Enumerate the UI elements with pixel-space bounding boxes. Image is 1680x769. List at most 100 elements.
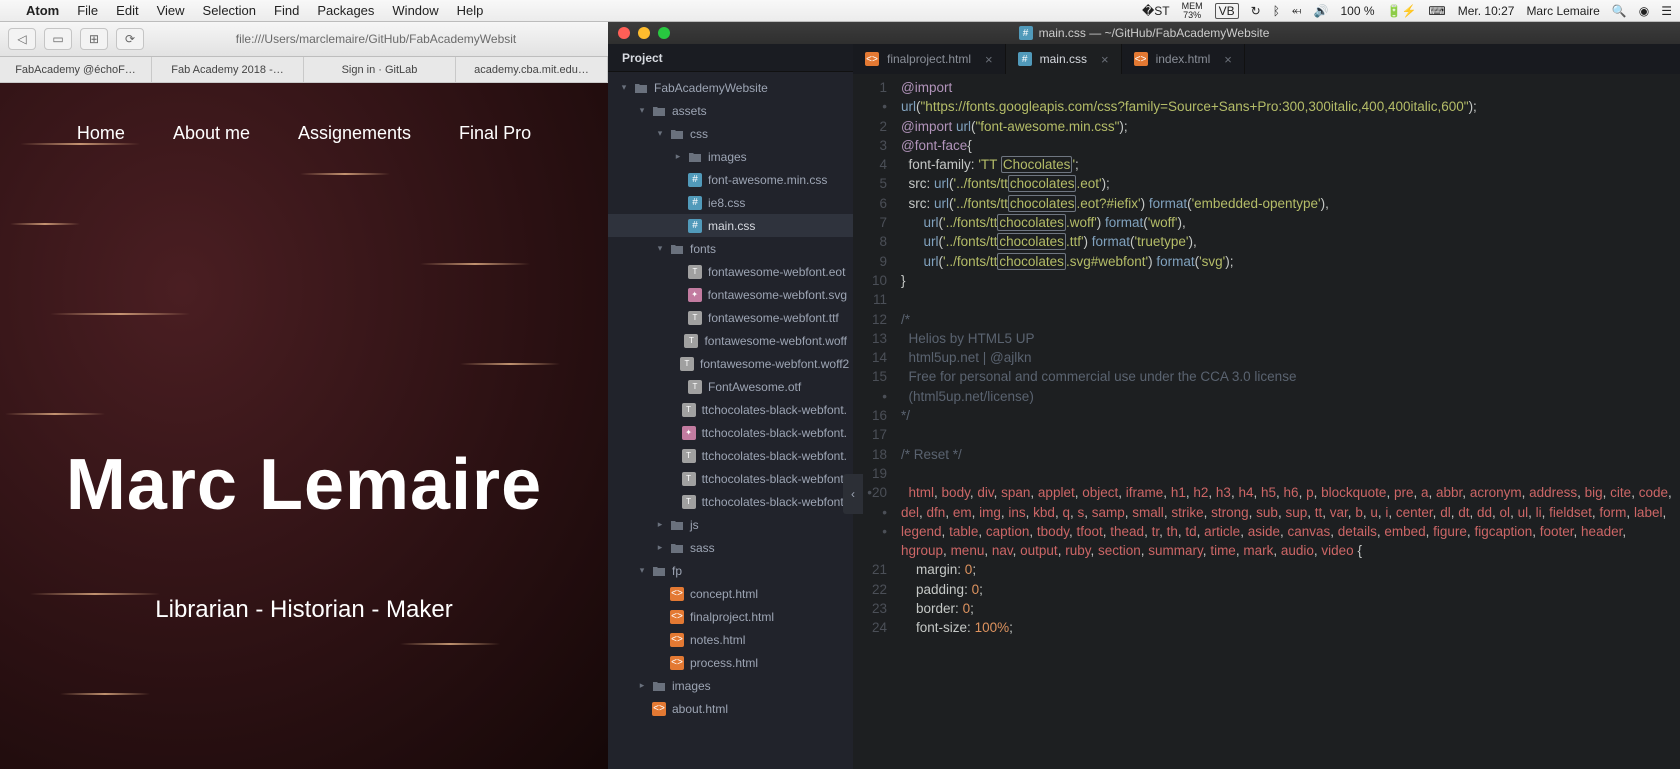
timemachine-icon[interactable]: ↻	[1251, 4, 1261, 18]
tree-file[interactable]: Tfontawesome-webfont.eot	[608, 260, 853, 283]
project-tree[interactable]: ▾FabAcademyWebsite▾assets▾css▸images#fon…	[608, 72, 853, 769]
font-icon: T	[688, 311, 702, 325]
tree-file[interactable]: <>concept.html	[608, 582, 853, 605]
app-name[interactable]: Atom	[26, 3, 59, 18]
tree-file[interactable]: <>finalproject.html	[608, 605, 853, 628]
tree-folder[interactable]: ▾fonts	[608, 237, 853, 260]
volume-icon[interactable]: 🔊	[1314, 4, 1329, 18]
tree-file[interactable]: Tfontawesome-webfont.woff	[608, 329, 853, 352]
nav-home[interactable]: Home	[77, 123, 125, 144]
tree-item-label: ttchocolates-black-webfont.	[702, 472, 847, 486]
menu-edit[interactable]: Edit	[116, 3, 138, 18]
tree-item-label: sass	[690, 541, 715, 555]
tree-item-label: fp	[672, 564, 682, 578]
tree-folder[interactable]: ▾fp	[608, 559, 853, 582]
nav-final-project[interactable]: Final Pro	[459, 123, 531, 144]
font-icon: T	[682, 403, 696, 417]
tree-folder[interactable]: ▾css	[608, 122, 853, 145]
tree-file[interactable]: ✦fontawesome-webfont.svg	[608, 283, 853, 306]
macos-menubar: Atom File Edit View Selection Find Packa…	[0, 0, 1680, 22]
menu-help[interactable]: Help	[457, 3, 484, 18]
editor-tab[interactable]: <>index.html×	[1122, 44, 1245, 74]
menu-find[interactable]: Find	[274, 3, 299, 18]
vb-icon[interactable]: VB	[1215, 3, 1239, 19]
editor-tab[interactable]: <>finalproject.html×	[853, 44, 1006, 74]
battery-percentage[interactable]: 100 %	[1340, 4, 1374, 18]
tree-file[interactable]: Tttchocolates-black-webfont.	[608, 444, 853, 467]
memory-indicator[interactable]: MEM73%	[1182, 2, 1203, 20]
tree-folder[interactable]: ▸images	[608, 674, 853, 697]
top-sites-button[interactable]: ⊞	[80, 28, 108, 50]
tree-file[interactable]: Tttchocolates-black-webfont.	[608, 490, 853, 513]
html-icon: <>	[670, 610, 684, 624]
html-icon: <>	[670, 633, 684, 647]
window-title: main.css — ~/GitHub/FabAcademyWebsite	[1039, 26, 1270, 40]
browser-tab[interactable]: Fab Academy 2018 -…	[152, 57, 304, 82]
close-window-button[interactable]	[618, 27, 630, 39]
font-icon: T	[680, 357, 694, 371]
folder-icon	[634, 81, 648, 95]
tree-item-label: FabAcademyWebsite	[654, 81, 768, 95]
text-editor[interactable]: 123456789101112131415161718192021222324 …	[853, 74, 1680, 769]
tree-folder[interactable]: ▾FabAcademyWebsite	[608, 76, 853, 99]
tree-file[interactable]: #font-awesome.min.css	[608, 168, 853, 191]
browser-tab[interactable]: academy.cba.mit.edu…	[456, 57, 608, 82]
keyboard-layout-icon[interactable]: ⌨	[1428, 4, 1445, 18]
nav-about[interactable]: About me	[173, 123, 250, 144]
sidebar-button[interactable]: ▭	[44, 28, 72, 50]
menu-file[interactable]: File	[77, 3, 98, 18]
menu-packages[interactable]: Packages	[317, 3, 374, 18]
minimize-window-button[interactable]	[638, 27, 650, 39]
user-name[interactable]: Marc Lemaire	[1526, 4, 1599, 18]
siri-icon[interactable]: ◉	[1639, 4, 1649, 18]
svg-icon: ✦	[682, 426, 696, 440]
close-tab-icon[interactable]: ×	[1101, 52, 1109, 67]
tree-folder[interactable]: ▸sass	[608, 536, 853, 559]
zoom-window-button[interactable]	[658, 27, 670, 39]
bluetooth-icon[interactable]: ᛒ	[1273, 4, 1280, 18]
menu-window[interactable]: Window	[392, 3, 438, 18]
wifi-icon[interactable]: ⬶	[1292, 3, 1302, 18]
tree-file[interactable]: Tfontawesome-webfont.woff2	[608, 352, 853, 375]
back-button[interactable]: ◁	[8, 28, 36, 50]
tree-file[interactable]: Tfontawesome-webfont.ttf	[608, 306, 853, 329]
tree-folder[interactable]: ▸js	[608, 513, 853, 536]
reload-button[interactable]: ⟳	[116, 28, 144, 50]
url-field[interactable]: file:///Users/marclemaire/GitHub/FabAcad…	[152, 32, 600, 46]
code-content[interactable]: @importurl("https://fonts.googleapis.com…	[897, 74, 1680, 769]
clock[interactable]: Mer. 10:27	[1458, 4, 1515, 18]
menu-view[interactable]: View	[157, 3, 185, 18]
menu-selection[interactable]: Selection	[203, 3, 256, 18]
tree-file[interactable]: <>about.html	[608, 697, 853, 720]
tree-folder[interactable]: ▾assets	[608, 99, 853, 122]
tree-item-label: fontawesome-webfont.svg	[708, 288, 847, 302]
pane-toggle-handle[interactable]: ‹	[843, 474, 863, 514]
tree-file[interactable]: ✦ttchocolates-black-webfont.	[608, 421, 853, 444]
tree-folder[interactable]: ▸images	[608, 145, 853, 168]
font-icon: T	[688, 380, 702, 394]
spotlight-icon[interactable]: 🔍	[1612, 4, 1627, 18]
close-tab-icon[interactable]: ×	[1224, 52, 1232, 67]
nav-assignments[interactable]: Assignements	[298, 123, 411, 144]
dropbox-icon[interactable]: �ST	[1142, 4, 1170, 18]
notification-center-icon[interactable]: ☰	[1661, 4, 1672, 18]
hero-subtitle: Librarian - Historian - Maker	[0, 596, 608, 624]
editor-tab[interactable]: #main.css×	[1006, 44, 1122, 74]
tree-item-label: about.html	[672, 702, 728, 716]
tree-file[interactable]: Tttchocolates-black-webfont.	[608, 467, 853, 490]
folder-icon	[652, 564, 666, 578]
browser-tab[interactable]: Sign in · GitLab	[304, 57, 456, 82]
editor-tabbar: <>finalproject.html×#main.css×<>index.ht…	[853, 44, 1680, 74]
tree-item-label: fontawesome-webfont.ttf	[708, 311, 839, 325]
battery-icon[interactable]: 🔋⚡	[1387, 4, 1417, 18]
tree-file[interactable]: <>process.html	[608, 651, 853, 674]
close-tab-icon[interactable]: ×	[985, 52, 993, 67]
tree-file[interactable]: #main.css	[608, 214, 853, 237]
browser-tab[interactable]: FabAcademy @échoF…	[0, 57, 152, 82]
folder-icon	[688, 150, 702, 164]
tab-label: main.css	[1040, 52, 1087, 66]
tree-file[interactable]: Tttchocolates-black-webfont.	[608, 398, 853, 421]
tree-file[interactable]: #ie8.css	[608, 191, 853, 214]
tree-file[interactable]: <>notes.html	[608, 628, 853, 651]
tree-file[interactable]: TFontAwesome.otf	[608, 375, 853, 398]
